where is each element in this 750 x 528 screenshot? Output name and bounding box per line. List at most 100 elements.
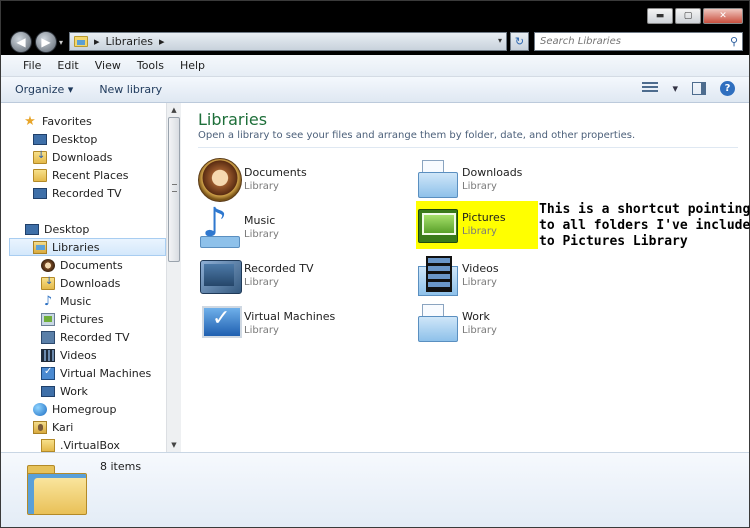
explorer-window: ▬ ▢ ✕ ◀ ▶ ▾ ▸ Libraries ▸ ▾ ↻ ⚲ File Edi… [0,0,750,528]
sidebar-item-label: Kari [52,420,74,434]
sidebar-item-lib-documents[interactable]: Documents [41,256,123,274]
search-icon[interactable]: ⚲ [730,35,738,48]
help-icon[interactable]: ? [720,81,735,96]
documents-icon [41,258,55,272]
sidebar-item-desktop-root[interactable]: Desktop [25,220,89,238]
work-library-icon [416,302,460,346]
refresh-button[interactable]: ↻ [510,32,529,51]
sidebar-item-homegroup[interactable]: Homegroup [33,400,116,418]
address-trail-separator[interactable]: ▸ [159,35,165,48]
library-tile-virtual-machines[interactable]: Virtual Machines Library [198,302,378,346]
recent-pages-dropdown[interactable]: ▾ [59,38,63,47]
libraries-icon [33,240,47,254]
library-tile-recorded-tv[interactable]: Recorded TV Library [198,254,378,298]
sidebar-item-libraries[interactable]: Libraries [9,238,166,256]
recent-places-icon [33,168,47,182]
sidebar-item-label: Recorded TV [52,186,122,200]
sidebar-item-label: Downloads [60,276,121,290]
address-dropdown[interactable]: ▾ [498,36,502,45]
minimize-button[interactable]: ▬ [647,8,673,24]
scroll-thumb[interactable] [168,117,180,262]
close-button[interactable]: ✕ [703,8,743,24]
libraries-folder-icon [74,36,88,47]
sidebar-item-desktop[interactable]: Desktop [33,130,97,148]
preview-pane-icon[interactable] [692,82,706,95]
change-view-icon[interactable] [642,81,659,96]
address-separator[interactable]: ▸ [94,35,100,48]
search-input[interactable] [540,36,720,47]
scroll-down-button[interactable]: ▼ [167,438,181,452]
menu-help[interactable]: Help [172,59,213,72]
library-tile-pictures[interactable]: Pictures Library [416,201,538,249]
sidebar-item-lib-music[interactable]: ♪ Music [41,292,91,310]
library-tile-videos[interactable]: Videos Library [416,254,596,298]
sidebar-item-lib-pictures[interactable]: Pictures [41,310,104,328]
view-options-dropdown[interactable]: ▾ [672,82,678,95]
sidebar-item-lib-videos[interactable]: Videos [41,346,97,364]
sidebar-item-label: Pictures [60,312,104,326]
virtual-machines-library-icon [198,302,242,346]
sidebar-item-recorded-tv[interactable]: Recorded TV [33,184,122,202]
address-bar[interactable]: ▸ Libraries ▸ ▾ [69,32,507,51]
desktop-icon [25,223,39,235]
library-type: Library [244,229,279,240]
item-count: 8 items [100,460,142,473]
sidebar-item-lib-downloads[interactable]: Downloads [41,274,120,292]
videos-library-icon [416,254,460,298]
sidebar-item-label: Work [60,384,88,398]
library-tile-documents[interactable]: Documents Library [198,158,378,202]
library-tile-work[interactable]: Work Library [416,302,596,346]
command-bar: Organize ▾ New library ▾ ? [1,77,749,103]
sidebar-item-label: .VirtualBox [60,438,120,452]
menu-tools[interactable]: Tools [129,59,172,72]
sidebar-item-lib-work[interactable]: Work [41,382,88,400]
library-type: Library [244,325,279,336]
library-type: Library [462,181,497,192]
documents-library-icon [198,158,242,202]
library-type: Library [462,277,497,288]
downloads-folder-icon [33,150,47,164]
sidebar-item-label: Recent Places [52,168,129,182]
menu-edit[interactable]: Edit [49,59,86,72]
sidebar-item-recent-places[interactable]: Recent Places [33,166,129,184]
sidebar-item-label: Favorites [42,114,92,128]
pictures-icon [41,312,55,326]
user-folder-icon [33,420,47,434]
sidebar-item-user[interactable]: Kari [33,418,73,436]
folder-icon [41,438,55,452]
search-box[interactable]: ⚲ [534,32,743,51]
recorded-tv-icon [33,187,47,199]
library-tile-music[interactable]: Music Library [198,200,378,250]
library-tile-downloads[interactable]: Downloads Library [416,158,596,202]
new-library-button[interactable]: New library [99,83,162,96]
library-type: Library [462,226,497,237]
menu-view[interactable]: View [87,59,129,72]
library-name: Music [244,214,276,227]
sidebar-item-lib-recorded-tv[interactable]: Recorded TV [41,328,130,346]
header-divider [198,147,738,148]
library-type: Library [244,277,279,288]
forward-button[interactable]: ▶ [35,31,57,53]
sidebar-item-favorites[interactable]: ★ Favorites [23,112,92,130]
page-title: Libraries [198,110,268,129]
recorded-tv-library-icon [198,254,242,298]
sidebar-item-downloads[interactable]: Downloads [33,148,112,166]
scroll-up-button[interactable]: ▲ [167,103,181,117]
homegroup-icon [33,402,47,416]
menu-bar: File Edit View Tools Help [1,55,749,77]
recorded-tv-icon [41,330,55,344]
maximize-button[interactable]: ▢ [675,8,701,24]
library-name: Documents [244,166,307,179]
pictures-library-icon [416,203,460,247]
organize-button[interactable]: Organize ▾ [15,83,73,96]
sidebar-item-label: Libraries [52,240,100,254]
breadcrumb-libraries[interactable]: Libraries [106,35,154,48]
menu-file[interactable]: File [15,59,49,72]
sidebar-item-virtualbox[interactable]: .VirtualBox [41,436,120,452]
sidebar-item-label: Downloads [52,150,113,164]
back-button[interactable]: ◀ [10,31,32,53]
sidebar-item-label: Recorded TV [60,330,130,344]
sidebar-item-lib-virtual-machines[interactable]: Virtual Machines [41,364,151,382]
page-subtitle: Open a library to see your files and arr… [198,130,636,141]
navigation-scrollbar[interactable]: ▲ ▼ [166,103,181,452]
